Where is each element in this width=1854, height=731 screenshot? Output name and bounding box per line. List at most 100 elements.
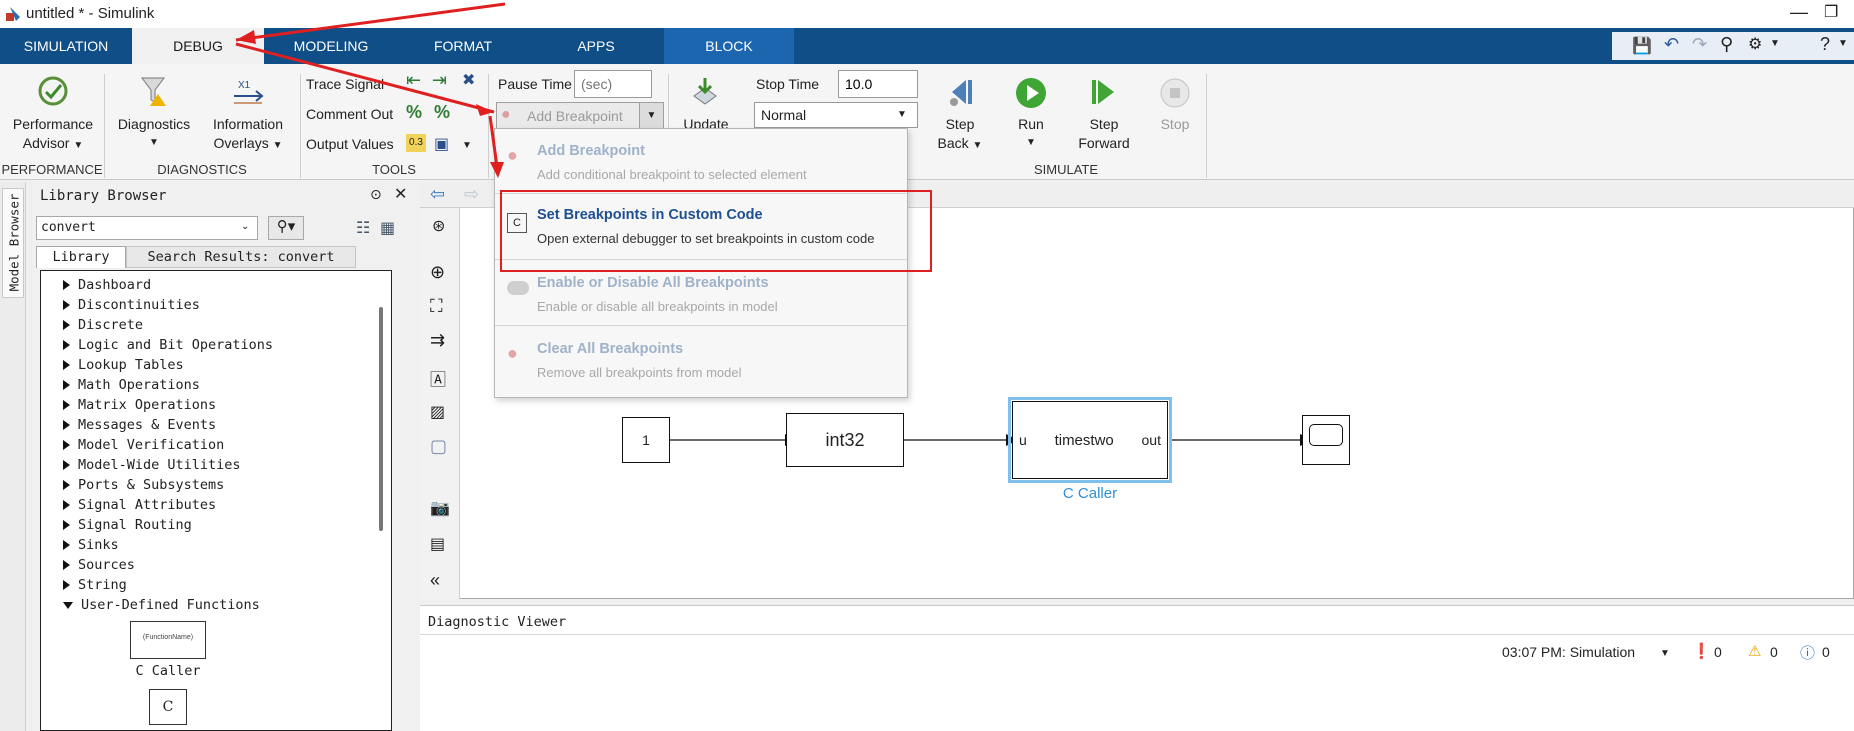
back-arrow-icon[interactable]: ⇦ <box>430 184 445 205</box>
library-tree-item[interactable]: String <box>63 575 127 595</box>
comment-out-icon[interactable]: % <box>406 102 422 123</box>
c-caller-block[interactable]: u timestwo out <box>1012 401 1168 479</box>
library-tree-item[interactable]: Sources <box>63 555 135 575</box>
library-tree-item[interactable]: Discrete <box>63 315 143 335</box>
tab-search-results[interactable]: Search Results: convert <box>126 246 356 268</box>
forward-arrow-icon[interactable]: ⇨ <box>464 184 479 205</box>
scrollbar[interactable] <box>379 307 383 531</box>
info-icon[interactable]: ⓘ <box>1800 642 1815 663</box>
library-search-input[interactable]: convert ⌄ <box>36 216 258 240</box>
library-tree-item[interactable]: User-Defined Functions <box>63 595 260 615</box>
library-tree-item[interactable]: Dashboard <box>63 275 151 295</box>
close-icon[interactable]: ✕ <box>394 184 407 204</box>
chevron-down-icon[interactable]: ▼ <box>639 103 663 129</box>
step-back-button[interactable]: Step Back ▼ <box>926 72 994 158</box>
expand-right-icon <box>63 440 70 450</box>
output-values-button[interactable]: Output Values <box>306 136 394 152</box>
save-icon[interactable]: 💾 <box>1632 36 1652 56</box>
help-icon[interactable]: ? <box>1820 34 1830 55</box>
data-type-conversion-block[interactable]: int32 <box>786 413 904 467</box>
run-button[interactable]: Run ▼ <box>1000 72 1062 158</box>
library-tree-item[interactable]: Signal Routing <box>63 515 192 535</box>
c-function-library-block[interactable]: C <box>149 689 187 725</box>
pause-time-input[interactable] <box>574 70 652 98</box>
c-caller-library-block[interactable]: (FunctionName) <box>130 621 206 659</box>
library-tree-item[interactable]: Ports & Subsystems <box>63 475 224 495</box>
information-overlays-button[interactable]: X1 Information Overlays ▼ <box>204 72 292 158</box>
library-search-value: convert <box>41 220 96 235</box>
library-tree-item[interactable]: Discontinuities <box>63 295 200 315</box>
search-icon[interactable]: ⚲ <box>1720 34 1733 55</box>
tab-modeling[interactable]: MODELING <box>264 28 398 64</box>
simulation-mode-select[interactable]: Normal ▼ <box>754 102 918 128</box>
warning-icon[interactable]: ⚠ <box>1748 642 1761 660</box>
add-breakpoint-button[interactable]: ● Add Breakpoint ▼ <box>496 102 664 130</box>
library-tree-item[interactable]: Sinks <box>63 535 119 555</box>
model-browser-tab[interactable]: Model Browser <box>2 188 24 298</box>
zoom-in-icon[interactable]: ⊕ <box>430 262 445 283</box>
camera-icon[interactable]: 📷 <box>430 498 450 518</box>
expand-right-icon <box>63 580 70 590</box>
output-values-settings-icon[interactable]: ▣ <box>434 134 449 154</box>
stop-time-input[interactable] <box>838 70 918 98</box>
image-icon[interactable]: ▨ <box>430 402 445 422</box>
library-tree-item[interactable]: Model-Wide Utilities <box>63 455 241 475</box>
chevron-down-icon[interactable]: ▼ <box>1660 648 1670 659</box>
search-icon[interactable]: ⚲▾ <box>268 216 304 240</box>
output-values-chevron-icon[interactable]: ▼ <box>462 140 472 151</box>
chevron-down-icon[interactable]: ▼ <box>1770 38 1780 49</box>
library-tree-item[interactable]: Math Operations <box>63 375 200 395</box>
step-forward-button[interactable]: Step Forward <box>1068 72 1140 158</box>
remove-trace-icon[interactable]: ✖ <box>462 70 475 90</box>
library-tree-item[interactable]: Model Verification <box>63 435 224 455</box>
comment-out-button[interactable]: Comment Out <box>306 106 393 122</box>
library-tree-item[interactable]: Logic and Bit Operations <box>63 335 273 355</box>
tools-icon[interactable]: ⚙ <box>1748 34 1762 54</box>
menu-item-add-breakpoint[interactable]: ● Add Breakpoint Add conditional breakpo… <box>495 129 907 191</box>
signal-lines <box>668 434 1312 446</box>
maximize-icon[interactable]: ❐ <box>1824 2 1838 22</box>
panel-menu-icon[interactable]: ⊙ <box>370 186 382 203</box>
minimize-icon[interactable]: — <box>1790 2 1808 23</box>
diagnostics-button[interactable]: Diagnostics ▼ <box>112 72 196 158</box>
collapse-icon[interactable]: « <box>430 570 440 591</box>
tab-format[interactable]: FORMAT <box>398 28 528 64</box>
step-back-label-2: Back <box>937 135 969 151</box>
help-chevron-icon[interactable]: ▼ <box>1838 38 1848 49</box>
model-browser-strip: Model Browser <box>0 182 26 731</box>
explorer-bar-icon[interactable]: ▤ <box>430 534 445 554</box>
stop-button[interactable]: Stop <box>1146 72 1204 158</box>
library-tree-item[interactable]: Messages & Events <box>63 415 216 435</box>
hide-show-icon[interactable]: ⊛ <box>432 216 445 236</box>
tab-debug[interactable]: DEBUG <box>132 28 264 64</box>
library-tree-item[interactable]: Matrix Operations <box>63 395 216 415</box>
trace-back-icon[interactable]: ⇤ <box>406 70 421 91</box>
library-grid-icon[interactable]: ▦ <box>380 218 395 238</box>
menu-item-clear-all-breakpoints[interactable]: ● Clear All Breakpoints Remove all break… <box>495 327 907 389</box>
area-icon[interactable]: ▢ <box>430 436 447 457</box>
library-view-icon[interactable]: ☷ <box>356 218 370 238</box>
annotation-icon[interactable]: 🄰 <box>430 366 446 390</box>
undo-icon[interactable]: ↶ <box>1664 34 1679 55</box>
library-tree-item[interactable]: Lookup Tables <box>63 355 184 375</box>
library-tree-item[interactable]: Signal Attributes <box>63 495 216 515</box>
error-icon[interactable]: ❗ <box>1692 642 1711 660</box>
trace-signal-button[interactable]: Trace Signal <box>306 76 384 92</box>
update-button[interactable]: Update <box>668 72 744 132</box>
constant-block[interactable]: 1 <box>622 417 670 463</box>
expand-right-icon <box>63 520 70 530</box>
signal-lines-icon[interactable]: ⇉ <box>430 330 445 351</box>
tab-simulation[interactable]: SIMULATION <box>0 28 132 64</box>
tab-library[interactable]: Library <box>36 246 126 268</box>
scope-block[interactable] <box>1302 415 1350 465</box>
tab-block[interactable]: BLOCK <box>664 28 794 64</box>
value-label-icon[interactable]: 0.3 <box>406 134 426 152</box>
fit-to-view-icon[interactable]: ⛶ <box>430 296 443 317</box>
tab-apps[interactable]: APPS <box>528 28 664 64</box>
redo-icon[interactable]: ↷ <box>1692 34 1707 55</box>
menu-item-title: Enable or Disable All Breakpoints <box>537 275 769 291</box>
performance-advisor-button[interactable]: Performance Advisor ▼ <box>4 72 102 158</box>
comment-through-icon[interactable]: % <box>434 102 450 123</box>
library-tree-item-label: Messages & Events <box>78 417 217 433</box>
trace-forward-icon[interactable]: ⇥ <box>432 70 447 91</box>
